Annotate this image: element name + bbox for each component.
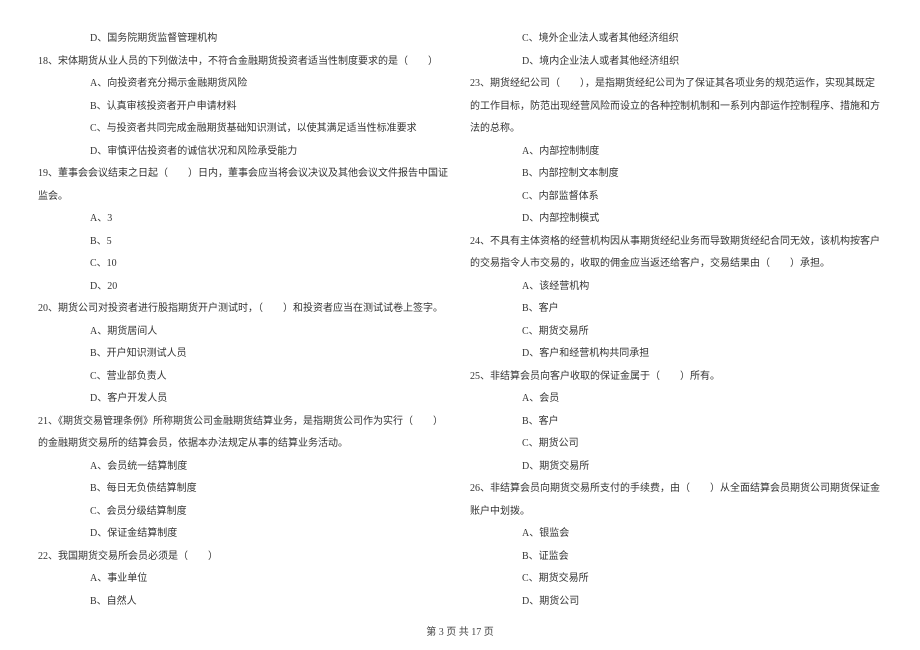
option-text: D、客户开发人员 (38, 388, 450, 411)
option-text: B、每日无负债结算制度 (38, 478, 450, 501)
option-text: A、向投资者充分揭示金融期货风险 (38, 73, 450, 96)
option-text: D、内部控制模式 (470, 208, 882, 231)
option-text: B、开户知识测试人员 (38, 343, 450, 366)
option-text: B、自然人 (38, 591, 450, 614)
option-text: A、3 (38, 208, 450, 231)
question-18: 18、宋体期货从业人员的下列做法中，不符合金融期货投资者适当性制度要求的是（ ） (38, 51, 450, 74)
option-text: D、境内企业法人或者其他经济组织 (470, 51, 882, 74)
question-23: 23、期货经纪公司（ ），是指期货经纪公司为了保证其各项业务的规范运作，实现其既… (470, 73, 882, 96)
option-text: D、审慎评估投资者的诚信状况和风险承受能力 (38, 141, 450, 164)
right-column: C、境外企业法人或者其他经济组织 D、境内企业法人或者其他经济组织 23、期货经… (470, 28, 882, 590)
option-text: C、期货交易所 (470, 321, 882, 344)
question-22: 22、我国期货交易所会员必须是（ ） (38, 546, 450, 569)
option-text: B、客户 (470, 298, 882, 321)
option-text: D、国务院期货监督管理机构 (38, 28, 450, 51)
page-content: D、国务院期货监督管理机构 18、宋体期货从业人员的下列做法中，不符合金融期货投… (0, 0, 920, 610)
question-24: 24、不具有主体资格的经营机构因从事期货经纪业务而导致期货经纪合同无效，该机构按… (470, 231, 882, 254)
option-text: C、境外企业法人或者其他经济组织 (470, 28, 882, 51)
question-26: 26、非结算会员向期货交易所支付的手续费，由（ ）从全面结算会员期货公司期货保证… (470, 478, 882, 501)
option-text: A、银监会 (470, 523, 882, 546)
option-text: C、期货交易所 (470, 568, 882, 591)
left-column: D、国务院期货监督管理机构 18、宋体期货从业人员的下列做法中，不符合金融期货投… (38, 28, 450, 590)
question-23-cont: 的工作目标，防范出现经营风险而设立的各种控制机制和一系列内部运作控制程序、措施和… (470, 96, 882, 119)
option-text: A、会员 (470, 388, 882, 411)
question-24-cont: 的交易指令人市交易的，收取的佣金应当返还给客户，交易结果由（ ）承担。 (470, 253, 882, 276)
page-footer: 第 3 页 共 17 页 (0, 623, 920, 638)
option-text: A、内部控制制度 (470, 141, 882, 164)
option-text: B、认真审核投资者开户申请材料 (38, 96, 450, 119)
option-text: D、客户和经营机构共同承担 (470, 343, 882, 366)
option-text: A、该经营机构 (470, 276, 882, 299)
option-text: A、期货居间人 (38, 321, 450, 344)
option-text: B、5 (38, 231, 450, 254)
option-text: D、20 (38, 276, 450, 299)
option-text: A、会员统一结算制度 (38, 456, 450, 479)
option-text: D、保证金结算制度 (38, 523, 450, 546)
option-text: C、营业部负责人 (38, 366, 450, 389)
option-text: A、事业单位 (38, 568, 450, 591)
question-19-cont: 监会。 (38, 186, 450, 209)
option-text: B、证监会 (470, 546, 882, 569)
question-25: 25、非结算会员向客户收取的保证金属于（ ）所有。 (470, 366, 882, 389)
question-19: 19、董事会会议结束之日起（ ）日内，董事会应当将会议决议及其他会议文件报告中国… (38, 163, 450, 186)
option-text: D、期货交易所 (470, 456, 882, 479)
option-text: D、期货公司 (470, 591, 882, 614)
question-21: 21、《期货交易管理条例》所称期货公司金融期货结算业务，是指期货公司作为实行（ … (38, 411, 450, 434)
question-20: 20、期货公司对投资者进行股指期货开户测试时，（ ）和投资者应当在测试试卷上签字… (38, 298, 450, 321)
option-text: C、期货公司 (470, 433, 882, 456)
option-text: B、客户 (470, 411, 882, 434)
option-text: C、会员分级结算制度 (38, 501, 450, 524)
option-text: C、与投资者共同完成金融期货基础知识测试，以使其满足适当性标准要求 (38, 118, 450, 141)
option-text: B、内部控制文本制度 (470, 163, 882, 186)
option-text: C、10 (38, 253, 450, 276)
option-text: C、内部监督体系 (470, 186, 882, 209)
question-26-cont: 账户中划拨。 (470, 501, 882, 524)
question-23-cont: 法的总称。 (470, 118, 882, 141)
question-21-cont: 的金融期货交易所的结算会员，依据本办法规定从事的结算业务活动。 (38, 433, 450, 456)
